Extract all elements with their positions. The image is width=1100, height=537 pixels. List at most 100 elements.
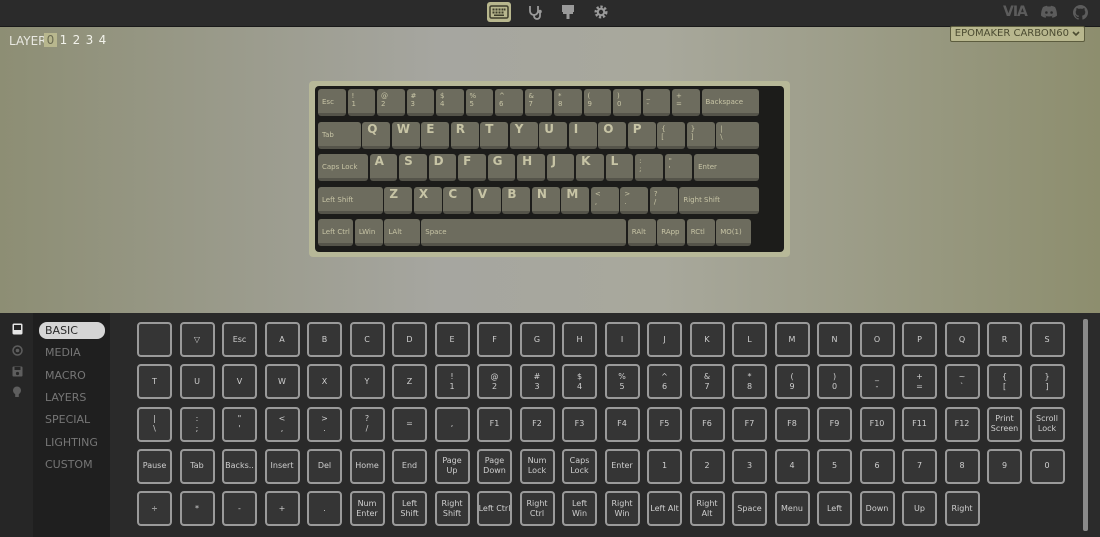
keycode-d[interactable]: D (392, 322, 427, 357)
key-q[interactable]: Q (362, 121, 391, 149)
category-basic[interactable]: BASIC (39, 322, 105, 339)
key-4[interactable]: $ 4 (436, 89, 464, 116)
keycode-9[interactable]: 9 (987, 448, 1022, 484)
keycode-right[interactable]: Right (944, 491, 980, 527)
key-w[interactable]: W (391, 121, 420, 149)
keycode-menu[interactable]: Menu (774, 491, 810, 527)
keycode-tab[interactable]: Tab (179, 448, 215, 484)
key-symbol[interactable]: _ - (642, 89, 671, 116)
lightbulb-icon[interactable] (11, 386, 23, 398)
key-symbol[interactable]: ? / (649, 186, 678, 214)
keycode-blank[interactable] (137, 322, 172, 357)
keycode-w[interactable]: W (264, 364, 300, 400)
key-symbol[interactable]: : ; (635, 154, 663, 181)
key-i[interactable]: I (568, 121, 597, 149)
key-y[interactable]: Y (509, 121, 538, 149)
keycode-symbol[interactable]: - (222, 491, 257, 527)
device-select[interactable]: EPOMAKER CARBON60 (949, 26, 1085, 42)
keycap-icon[interactable] (11, 323, 23, 335)
key-enter[interactable]: Enter (694, 154, 759, 181)
key-p[interactable]: P (627, 121, 656, 149)
keycode-2[interactable]: @ 2 (477, 364, 512, 400)
key-b[interactable]: B (502, 186, 531, 214)
keycode-b[interactable]: B (307, 322, 342, 357)
key-symbol[interactable]: } ] (686, 121, 715, 149)
keycode-m[interactable]: M (774, 322, 810, 357)
key-6[interactable]: ^ 6 (495, 89, 523, 116)
key-5[interactable]: % 5 (465, 89, 494, 116)
keycode-n[interactable]: N (817, 322, 852, 357)
keycode-i[interactable]: I (604, 322, 640, 357)
keycode-symbol[interactable]: + (264, 491, 300, 527)
keycode-num-enter[interactable]: Num Enter (349, 491, 385, 527)
keycode-q[interactable]: Q (944, 322, 980, 357)
key-e[interactable]: E (421, 121, 450, 149)
keycode-up[interactable]: Up (902, 491, 937, 527)
keycode-left[interactable]: Left (817, 491, 852, 527)
keycode-f10[interactable]: F10 (859, 406, 895, 442)
keycode-f12[interactable]: F12 (944, 406, 980, 442)
keycode-symbol[interactable]: { [ (987, 364, 1022, 400)
key-space[interactable]: Space (421, 219, 627, 246)
keycode-right-ctrl[interactable]: Right Ctrl (519, 491, 555, 527)
keycode-7[interactable]: & 7 (689, 364, 725, 400)
keycode-4[interactable]: 4 (774, 448, 810, 484)
key-v[interactable]: V (472, 186, 501, 214)
keycode-a[interactable]: A (264, 322, 300, 357)
key-symbol[interactable]: < , (590, 186, 619, 214)
keycode-f4[interactable]: F4 (604, 406, 640, 442)
keyboard-icon[interactable] (487, 2, 511, 22)
keycode-symbol[interactable]: > . (307, 406, 342, 442)
keycode-end[interactable]: End (392, 448, 427, 484)
key-o[interactable]: O (598, 121, 627, 149)
keycode-pause[interactable]: Pause (137, 448, 172, 484)
keycode-down[interactable]: Down (859, 491, 895, 527)
key-mo-1[interactable]: MO(1) (716, 219, 752, 246)
key-r[interactable]: R (450, 121, 479, 149)
keycode-symbol[interactable]: ? / (349, 406, 385, 442)
keycode-print-screen[interactable]: Print Screen (987, 406, 1022, 442)
keycode-symbol[interactable]: ~ ` (944, 364, 980, 400)
keycode-5[interactable]: 5 (817, 448, 852, 484)
key-f[interactable]: F (458, 154, 486, 181)
keycode-f8[interactable]: F8 (774, 406, 810, 442)
key-u[interactable]: U (539, 121, 568, 149)
keycode-8[interactable]: * 8 (732, 364, 767, 400)
category-layers[interactable]: LAYERS (39, 389, 105, 406)
keycode-left-ctrl[interactable]: Left Ctrl (477, 491, 512, 527)
key-l[interactable]: L (605, 154, 634, 181)
keycode-home[interactable]: Home (349, 448, 385, 484)
keycode-r[interactable]: R (987, 322, 1022, 357)
keycode-g[interactable]: G (519, 322, 555, 357)
keycode-c[interactable]: C (349, 322, 385, 357)
keycode-s[interactable]: S (1029, 322, 1065, 357)
keycode-x[interactable]: X (307, 364, 342, 400)
keycode-3[interactable]: 3 (732, 448, 767, 484)
key-x[interactable]: X (413, 186, 442, 214)
keycode-page-down[interactable]: Page Down (477, 448, 512, 484)
key-backspace[interactable]: Backspace (701, 89, 759, 116)
keycode-f[interactable]: F (477, 322, 512, 357)
circle-icon[interactable] (11, 344, 23, 356)
keycode-symbol[interactable]: } ] (1029, 364, 1065, 400)
keycode-o[interactable]: O (859, 322, 895, 357)
keycode-insert[interactable]: Insert (264, 448, 300, 484)
keycode-6[interactable]: ^ 6 (647, 364, 682, 400)
category-media[interactable]: MEDIA (39, 344, 105, 361)
keycode-del[interactable]: Del (307, 448, 342, 484)
keycode-right-shift[interactable]: Right Shift (434, 491, 470, 527)
keycode-symbol[interactable]: = (392, 406, 427, 442)
key-c[interactable]: C (443, 186, 472, 214)
keycode-z[interactable]: Z (392, 364, 427, 400)
key-3[interactable]: # 3 (406, 89, 435, 116)
keycode-0[interactable]: 0 (1029, 448, 1065, 484)
layer-tab-2[interactable]: 2 (70, 33, 83, 47)
key-a[interactable]: A (369, 154, 398, 181)
key-g[interactable]: G (487, 154, 516, 181)
keycode-f1[interactable]: F1 (477, 406, 512, 442)
layer-tab-3[interactable]: 3 (83, 33, 96, 47)
keycode-p[interactable]: P (902, 322, 937, 357)
keycode-5[interactable]: % 5 (604, 364, 640, 400)
key-9[interactable]: ( 9 (583, 89, 612, 116)
settings-icon[interactable] (589, 2, 613, 22)
